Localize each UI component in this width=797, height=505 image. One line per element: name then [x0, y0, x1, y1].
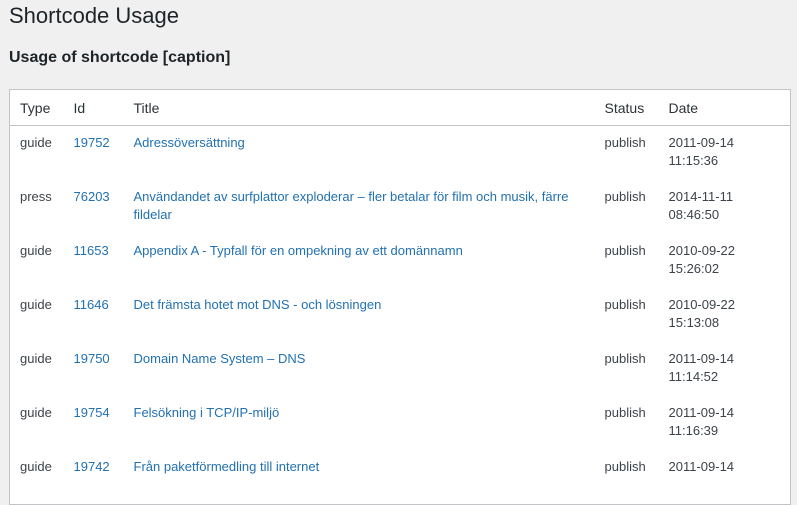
- table-row: press 76203 Användandet av surfplattor e…: [10, 180, 791, 234]
- row-type: guide: [20, 135, 52, 150]
- row-title-link[interactable]: Från paketförmedling till internet: [134, 459, 320, 474]
- row-date: 2010-09-22 15:13:08: [659, 288, 791, 342]
- row-status: publish: [604, 297, 646, 312]
- table-row: guide 19754 Felsökning i TCP/IP-miljö pu…: [10, 396, 791, 450]
- row-id-link[interactable]: 19754: [74, 405, 110, 420]
- row-status: publish: [604, 135, 646, 150]
- row-type: guide: [20, 459, 52, 474]
- column-type: Type: [9, 89, 64, 126]
- shortcode-usage-table: Type Id Title Status Date guide 19752 Ad…: [9, 89, 791, 505]
- row-date-day: 2011-09-14: [668, 351, 735, 366]
- table-header: Type Id Title Status Date: [9, 89, 791, 126]
- row-title-link[interactable]: Domain Name System – DNS: [134, 351, 306, 366]
- row-id-link[interactable]: 19750: [74, 351, 110, 366]
- row-date-day: 2010-09-22: [668, 297, 736, 312]
- row-title-link[interactable]: Användandet av surfplattor exploderar – …: [134, 189, 569, 222]
- row-date: 2011-09-14 11:16:39: [659, 396, 791, 450]
- table-row: guide 19750 Domain Name System – DNS pub…: [10, 342, 791, 396]
- row-id-link[interactable]: 19742: [74, 459, 110, 474]
- column-date: Date: [658, 89, 791, 126]
- column-id: Id: [63, 89, 124, 126]
- row-date-time: 15:26:02: [668, 261, 720, 276]
- row-date-day: 2010-09-22: [668, 243, 736, 258]
- row-type: guide: [20, 297, 52, 312]
- page-title: Shortcode Usage: [9, 3, 179, 28]
- row-date-time: 15:13:08: [668, 315, 720, 330]
- table-row: guide 11653 Appendix A - Typfall för en …: [10, 234, 791, 288]
- row-date: 2011-09-14 11:15:36: [659, 126, 791, 181]
- row-title-link[interactable]: Det främsta hotet mot DNS - och lösninge…: [134, 297, 382, 312]
- row-date-time: 08:46:50: [668, 207, 720, 222]
- row-date-day: 2011-09-14: [668, 135, 735, 150]
- row-date: 2011-09-14: [659, 450, 791, 505]
- row-type: guide: [20, 351, 52, 366]
- row-date-day: 2011-09-14: [668, 459, 735, 474]
- column-status: Status: [594, 89, 659, 126]
- row-title-link[interactable]: Adressöversättning: [134, 135, 245, 150]
- table-row: guide 19752 Adressöversättning publish 2…: [10, 126, 791, 181]
- row-date-day: 2014-11-11: [668, 189, 734, 204]
- row-status: publish: [604, 459, 646, 474]
- row-date: 2014-11-11 08:46:50: [659, 180, 791, 234]
- row-id-link[interactable]: 11653: [74, 243, 109, 258]
- row-status: publish: [604, 351, 646, 366]
- row-title-link[interactable]: Appendix A - Typfall för en ompekning av…: [134, 243, 463, 258]
- row-type: press: [20, 189, 52, 204]
- table-row: guide 19742 Från paketförmedling till in…: [10, 450, 791, 505]
- row-date-time: 11:16:39: [668, 423, 719, 438]
- row-status: publish: [604, 405, 646, 420]
- row-date-time: 11:15:36: [668, 153, 719, 168]
- column-title: Title: [123, 89, 595, 126]
- row-date-time: 11:14:52: [668, 369, 719, 384]
- row-date-day: 2011-09-14: [668, 405, 735, 420]
- row-id-link[interactable]: 19752: [74, 135, 110, 150]
- row-date: 2010-09-22 15:26:02: [659, 234, 791, 288]
- row-date: 2011-09-14 11:14:52: [659, 342, 791, 396]
- row-status: publish: [604, 189, 646, 204]
- row-type: guide: [20, 243, 52, 258]
- row-status: publish: [604, 243, 646, 258]
- row-id-link[interactable]: 11646: [74, 297, 109, 312]
- row-type: guide: [20, 405, 52, 420]
- row-title-link[interactable]: Felsökning i TCP/IP-miljö: [134, 405, 280, 420]
- section-heading: Usage of shortcode [caption]: [9, 49, 231, 66]
- table-row: guide 11646 Det främsta hotet mot DNS - …: [10, 288, 791, 342]
- row-id-link[interactable]: 76203: [74, 189, 110, 204]
